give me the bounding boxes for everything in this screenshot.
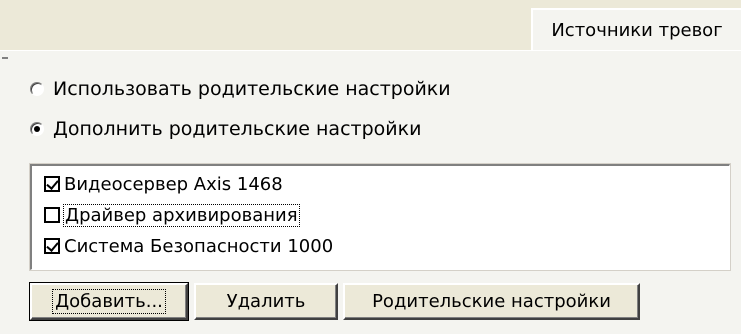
alarm-sources-dialog: Источники тревог Использовать родительск…	[0, 0, 741, 334]
list-item-label: Видеосервер Axis 1468	[64, 173, 283, 195]
add-button-label: Добавить...	[52, 289, 166, 314]
radio-use-parent-settings-label: Использовать родительские настройки	[53, 78, 451, 100]
delete-button[interactable]: Удалить	[194, 283, 338, 320]
radio-extend-parent-settings-label: Дополнить родительские настройки	[53, 118, 422, 140]
delete-button-label: Удалить	[226, 291, 306, 312]
list-item-label: Система Безопасности 1000	[64, 235, 334, 257]
radio-button-checked[interactable]	[30, 122, 44, 136]
list-item[interactable]: Система Безопасности 1000	[44, 233, 333, 259]
list-item-checkbox[interactable]	[44, 207, 60, 223]
list-item-label: Драйвер архивирования	[63, 203, 300, 227]
alarm-sources-list[interactable]: Видеосервер Axis 1468 Драйвер архивирова…	[29, 163, 731, 271]
parent-settings-button-label: Родительские настройки	[372, 291, 611, 312]
list-item-checkbox[interactable]	[44, 238, 60, 254]
radio-extend-parent-settings[interactable]: Дополнить родительские настройки	[30, 114, 421, 144]
tab-alarm-sources-label: Источники тревог	[551, 19, 723, 41]
tab-strip: Источники тревог	[0, 0, 741, 50]
list-item[interactable]: Драйвер архивирования	[44, 202, 300, 228]
radio-button-unchecked[interactable]	[30, 82, 44, 96]
panel-corner-mark	[2, 57, 8, 59]
list-item[interactable]: Видеосервер Axis 1468	[44, 171, 283, 197]
add-button[interactable]: Добавить...	[29, 282, 189, 321]
tab-alarm-sources[interactable]: Источники тревог	[531, 8, 741, 50]
radio-use-parent-settings[interactable]: Использовать родительские настройки	[30, 74, 451, 104]
parent-settings-button[interactable]: Родительские настройки	[343, 283, 640, 320]
list-item-checkbox[interactable]	[44, 176, 60, 192]
